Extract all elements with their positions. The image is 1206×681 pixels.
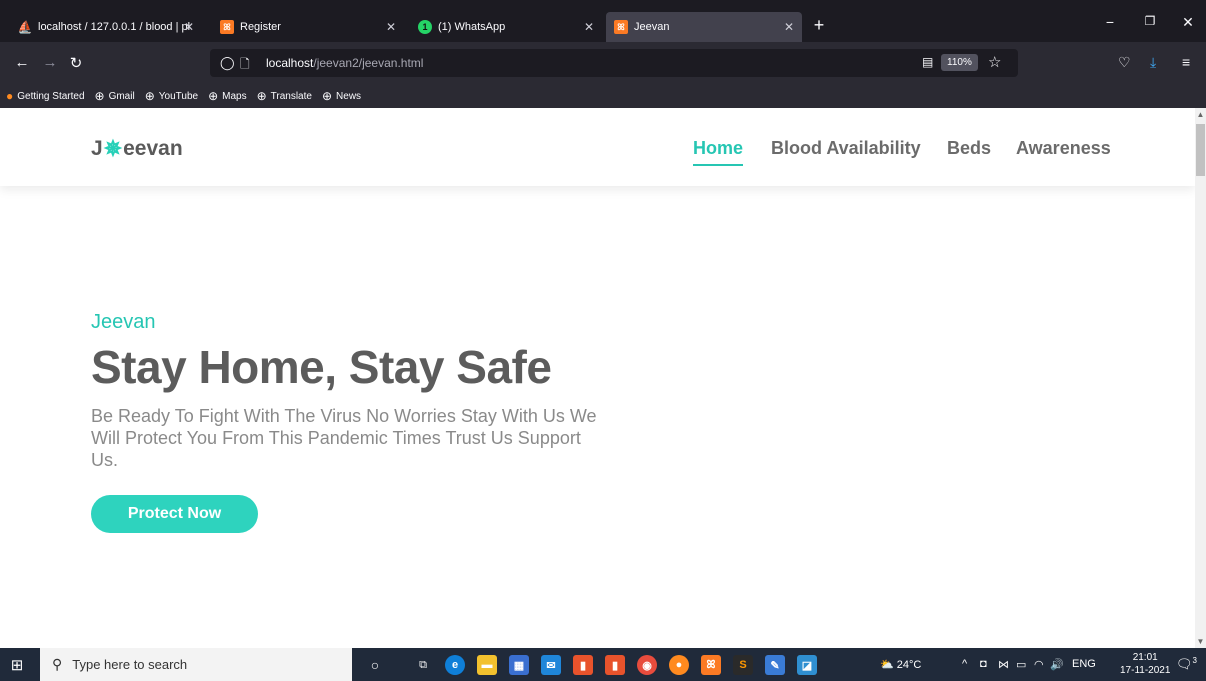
tab-whatsapp[interactable]: 1 (1) WhatsApp ✕ <box>410 12 602 42</box>
whatsapp-icon: 1 <box>418 20 432 34</box>
scrollbar-thumb[interactable] <box>1196 124 1205 176</box>
tab-jeevan[interactable]: ꕤ Jeevan ✕ <box>606 12 802 42</box>
store-icon[interactable]: ▦ <box>509 655 529 675</box>
close-window-icon[interactable]: ✕ <box>1178 14 1198 31</box>
office-icon[interactable]: ▮ <box>573 655 593 675</box>
firefox-icon[interactable]: ● <box>669 655 689 675</box>
firefox-icon: ● <box>6 89 14 103</box>
tab-close-icon[interactable]: ✕ <box>784 20 794 34</box>
search-placeholder: Type here to search <box>72 657 188 672</box>
bookmark-gmail[interactable]: ⊕ Gmail <box>95 89 135 103</box>
back-arrow-icon[interactable]: ← <box>12 54 32 71</box>
battery-icon[interactable]: ▭ <box>1016 658 1026 671</box>
minimize-icon[interactable]: − <box>1100 14 1120 30</box>
globe-icon: ⊕ <box>94 89 105 103</box>
zoom-level[interactable]: 110% <box>941 54 978 71</box>
nav-awareness[interactable]: Awareness <box>1016 138 1111 159</box>
bookmark-getting-started[interactable]: ● Getting Started <box>6 89 85 103</box>
phpmyadmin-icon: ⛵ <box>17 20 33 34</box>
photos-icon[interactable]: ◪ <box>797 655 817 675</box>
reader-view-icon[interactable]: ▤ <box>922 55 933 69</box>
reload-icon[interactable]: ↻ <box>66 54 86 72</box>
xampp-icon[interactable]: ꕤ <box>701 655 721 675</box>
clock[interactable]: 21:01 17-11-2021 <box>1120 651 1170 677</box>
bookmark-translate[interactable]: ⊕ Translate <box>257 89 312 103</box>
tab-register[interactable]: ꕤ Register ✕ <box>212 12 404 42</box>
sublime-text-icon[interactable]: S <box>733 655 753 675</box>
tab-label: (1) WhatsApp <box>438 21 506 33</box>
file-explorer-icon[interactable]: ▬ <box>477 655 497 675</box>
site-logo[interactable]: J ✵ eevan <box>91 136 183 162</box>
xampp-icon: ꕤ <box>614 20 628 34</box>
tab-close-icon[interactable]: ✕ <box>386 20 396 34</box>
tab-label: Register <box>240 21 281 33</box>
cortana-icon[interactable]: ○ <box>365 655 385 675</box>
protect-now-button[interactable]: Protect Now <box>91 495 258 533</box>
taskbar-search-box[interactable]: ⚲ Type here to search <box>40 648 352 681</box>
bookmark-star-icon[interactable]: ☆ <box>988 53 1001 71</box>
network-icon[interactable]: ⋈ <box>998 658 1009 671</box>
globe-icon: ⊕ <box>208 89 219 103</box>
mail-icon[interactable]: ✉ <box>541 655 561 675</box>
url-bar[interactable]: ◯ 🗋 localhost/jeevan2/jeevan.html ▤ 110%… <box>210 49 1018 77</box>
shield-icon[interactable]: ◯ <box>220 55 235 71</box>
paint-icon[interactable]: ✎ <box>765 655 785 675</box>
hero-title: Stay Home, Stay Safe <box>91 341 552 393</box>
forward-arrow-icon[interactable]: → <box>40 54 60 71</box>
page-scrollbar[interactable]: ▲ ▼ <box>1195 108 1206 648</box>
download-icon[interactable]: ⤓ <box>1150 54 1156 71</box>
show-hidden-icons-icon[interactable]: ^ <box>962 658 967 670</box>
hero-subtitle: Jeevan <box>91 311 156 333</box>
pocket-icon[interactable]: ♡ <box>1118 54 1131 71</box>
weather-icon: ⛅ <box>880 659 894 671</box>
wifi-icon[interactable]: ◠ <box>1034 658 1044 671</box>
language-indicator[interactable]: ENG <box>1072 658 1096 670</box>
chrome-icon[interactable]: ◉ <box>637 655 657 675</box>
menu-icon[interactable]: ≡ <box>1182 54 1190 70</box>
tab-label: localhost / 127.0.0.1 / blood | pl <box>38 21 191 33</box>
browser-tab-bar: ⛵ localhost / 127.0.0.1 / blood | pl ✕ ꕤ… <box>0 0 1206 42</box>
task-view-icon[interactable]: ⧉ <box>413 655 433 675</box>
nav-beds[interactable]: Beds <box>947 138 991 159</box>
tab-close-icon[interactable]: ✕ <box>584 20 594 34</box>
page-icon[interactable]: 🗋 <box>240 55 250 76</box>
bookmarks-bar: ● Getting Started ⊕ Gmail ⊕ YouTube ⊕ Maps ⊕… <box>0 84 1206 108</box>
globe-icon: ⊕ <box>144 89 155 103</box>
search-icon: ⚲ <box>52 656 63 672</box>
restore-icon[interactable]: ❐ <box>1140 14 1160 28</box>
xampp-icon: ꕤ <box>220 20 234 34</box>
tab-label: Jeevan <box>634 21 670 33</box>
weather-widget[interactable]: ⛅ 24°C <box>880 658 921 671</box>
notifications-icon[interactable]: 🗨3 <box>1176 656 1197 672</box>
windows-taskbar: ⊞ ⚲ Type here to search ○ ⧉ e ▬ ▦ ✉ ▮ ▮ … <box>0 648 1206 681</box>
tab-close-icon[interactable]: ✕ <box>184 20 194 34</box>
hero-text: Be Ready To Fight With The Virus No Worr… <box>91 406 597 470</box>
new-tab-button[interactable]: + <box>808 14 830 36</box>
bookmark-youtube[interactable]: ⊕ YouTube <box>145 89 198 103</box>
scroll-down-icon[interactable]: ▼ <box>1196 637 1205 646</box>
meet-now-icon[interactable]: ◘ <box>980 658 987 670</box>
nav-blood-availability[interactable]: Blood Availability <box>771 138 921 159</box>
scroll-up-icon[interactable]: ▲ <box>1196 110 1205 119</box>
office-icon-2[interactable]: ▮ <box>605 655 625 675</box>
bookmark-news[interactable]: ⊕ News <box>322 89 361 103</box>
page-viewport: J ✵ eevan Home Blood Availability Beds Awa… <box>0 108 1206 648</box>
globe-icon: ⊕ <box>256 89 267 103</box>
bookmark-maps[interactable]: ⊕ Maps <box>208 89 247 103</box>
globe-icon: ⊕ <box>321 89 333 103</box>
windows-start-icon[interactable]: ⊞ <box>8 656 26 674</box>
nav-home[interactable]: Home <box>693 138 744 166</box>
edge-icon[interactable]: e <box>445 655 465 675</box>
site-header: J ✵ eevan Home Blood Availability Beds Awa… <box>0 108 1195 186</box>
volume-icon[interactable]: 🔊 <box>1050 658 1064 671</box>
url-text[interactable]: localhost/jeevan2/jeevan.html <box>266 56 423 70</box>
virus-icon: ✵ <box>103 136 123 161</box>
tab-phpmyadmin[interactable]: ⛵ localhost / 127.0.0.1 / blood | pl ✕ <box>10 12 202 42</box>
browser-nav-bar: ← → ↻ ◯ 🗋 localhost/jeevan2/jeevan.html … <box>0 42 1206 84</box>
